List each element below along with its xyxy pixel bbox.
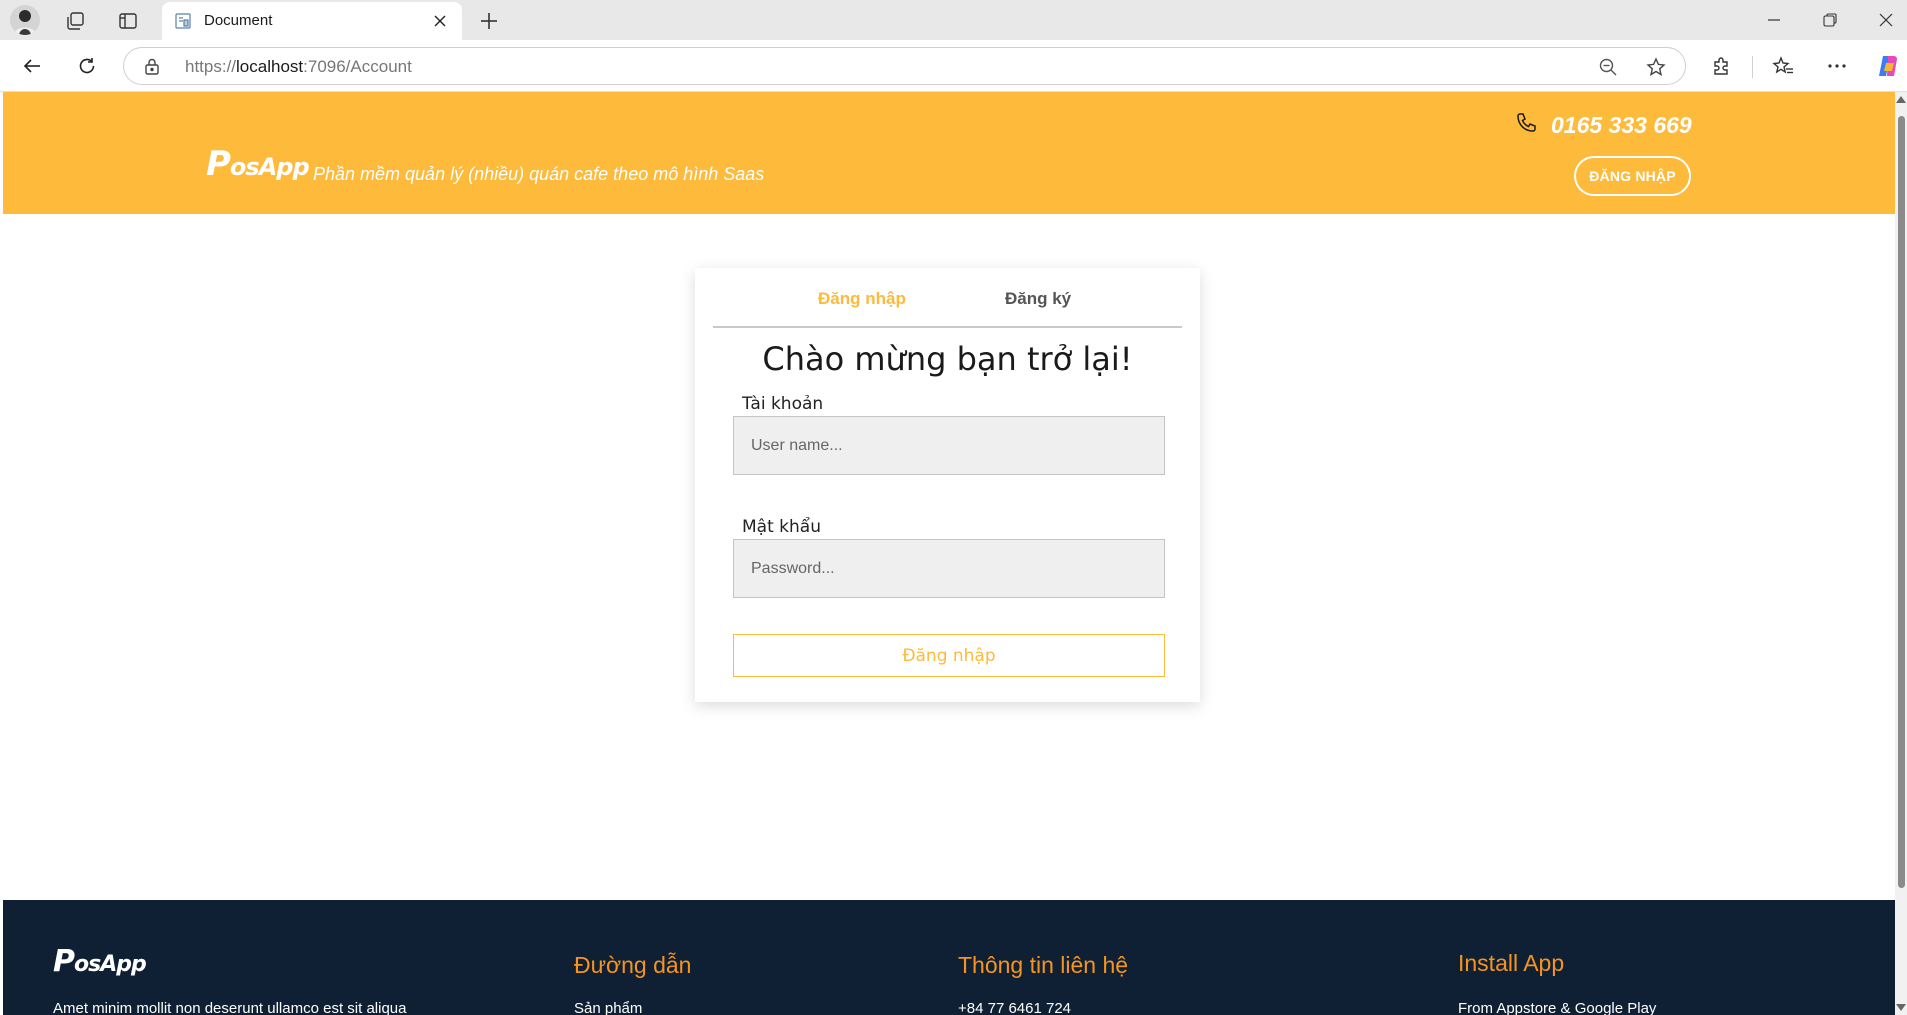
browser-tab-bar: Document bbox=[0, 0, 1907, 40]
extensions-icon[interactable] bbox=[1707, 51, 1737, 81]
minimize-icon[interactable] bbox=[1754, 6, 1794, 34]
toolbar-separator bbox=[1752, 56, 1753, 78]
copilot-icon[interactable] bbox=[1873, 51, 1903, 81]
password-label: Mật khẩu bbox=[742, 517, 821, 537]
scroll-thumb[interactable] bbox=[1898, 116, 1905, 888]
phone-contact: 0165 333 669 bbox=[1515, 112, 1692, 139]
footer-heading-contact: Thông tin liên hệ bbox=[958, 952, 1129, 978]
phone-icon bbox=[1515, 112, 1537, 139]
restore-icon[interactable] bbox=[1810, 6, 1850, 34]
username-input[interactable] bbox=[733, 416, 1165, 475]
tab-login[interactable]: Đăng nhập bbox=[818, 289, 906, 309]
login-submit-button[interactable]: Đăng nhập bbox=[733, 634, 1165, 677]
auth-tabs: Đăng nhập Đăng ký bbox=[713, 268, 1182, 328]
logo-initial: P bbox=[206, 144, 231, 184]
password-input[interactable] bbox=[733, 539, 1165, 598]
scroll-down-arrow-icon[interactable] bbox=[1896, 1004, 1906, 1011]
url-text: https://localhost:7096/Account bbox=[185, 57, 412, 77]
footer-logo-text: osApp bbox=[74, 952, 147, 977]
vertical-tabs-icon[interactable] bbox=[115, 8, 141, 34]
tab-register[interactable]: Đăng ký bbox=[1005, 289, 1071, 309]
phone-number[interactable]: 0165 333 669 bbox=[1551, 112, 1692, 139]
url-scheme: https:// bbox=[185, 57, 237, 76]
scroll-up-arrow-icon[interactable] bbox=[1896, 96, 1906, 103]
footer-install-stores[interactable]: From Appstore & Google Play bbox=[1458, 1000, 1656, 1015]
logo-text: osApp bbox=[229, 153, 310, 181]
browser-toolbar: https://localhost:7096/Account bbox=[0, 40, 1907, 92]
close-window-icon[interactable] bbox=[1866, 6, 1906, 34]
tagline: Phần mềm quản lý (nhiều) quán cafe theo … bbox=[313, 164, 765, 184]
lock-icon[interactable] bbox=[144, 57, 160, 80]
more-options-icon[interactable] bbox=[1822, 51, 1852, 81]
profile-avatar[interactable] bbox=[10, 5, 40, 35]
workspaces-icon[interactable] bbox=[62, 8, 88, 34]
username-label: Tài khoản bbox=[742, 394, 824, 414]
footer-heading-install: Install App bbox=[1458, 950, 1565, 976]
new-tab-icon[interactable] bbox=[474, 6, 504, 36]
address-bar[interactable]: https://localhost:7096/Account bbox=[123, 47, 1686, 85]
url-host: localhost bbox=[236, 57, 304, 76]
site-footer: PosApp Amet minim mollit non deserunt ul… bbox=[3, 900, 1895, 1015]
footer-logo-initial: P bbox=[53, 944, 75, 979]
favorites-icon[interactable] bbox=[1768, 51, 1798, 81]
tab-title: Document bbox=[204, 12, 273, 29]
document-icon bbox=[174, 12, 192, 35]
footer-description: Amet minim mollit non deserunt ullamco e… bbox=[53, 1000, 407, 1015]
zoom-out-icon[interactable] bbox=[1594, 53, 1622, 81]
footer-heading-links: Đường dẫn bbox=[574, 952, 692, 978]
header-login-button[interactable]: ĐĂNG NHẬP bbox=[1574, 156, 1691, 196]
page-viewport: PosApp Phần mềm quản lý (nhiều) quán caf… bbox=[3, 92, 1895, 1015]
brand-logo[interactable]: PosApp bbox=[206, 144, 310, 184]
favorite-star-icon[interactable] bbox=[1642, 53, 1670, 81]
refresh-icon[interactable] bbox=[72, 51, 102, 81]
back-icon[interactable] bbox=[17, 51, 47, 81]
login-card: Đăng nhập Đăng ký Chào mừng bạn trở lại!… bbox=[695, 268, 1200, 702]
close-tab-icon[interactable] bbox=[430, 11, 450, 31]
footer-link-products[interactable]: Sản phẩm bbox=[574, 1000, 642, 1015]
footer-contact-phone: +84 77 6461 724 bbox=[958, 1000, 1072, 1015]
footer-logo[interactable]: PosApp bbox=[53, 944, 147, 979]
browser-tab[interactable]: Document bbox=[162, 2, 462, 40]
welcome-heading: Chào mừng bạn trở lại! bbox=[762, 340, 1133, 378]
site-header: PosApp Phần mềm quản lý (nhiều) quán caf… bbox=[3, 92, 1895, 214]
url-path: :7096/Account bbox=[303, 57, 412, 76]
page-scrollbar[interactable] bbox=[1895, 92, 1907, 1015]
